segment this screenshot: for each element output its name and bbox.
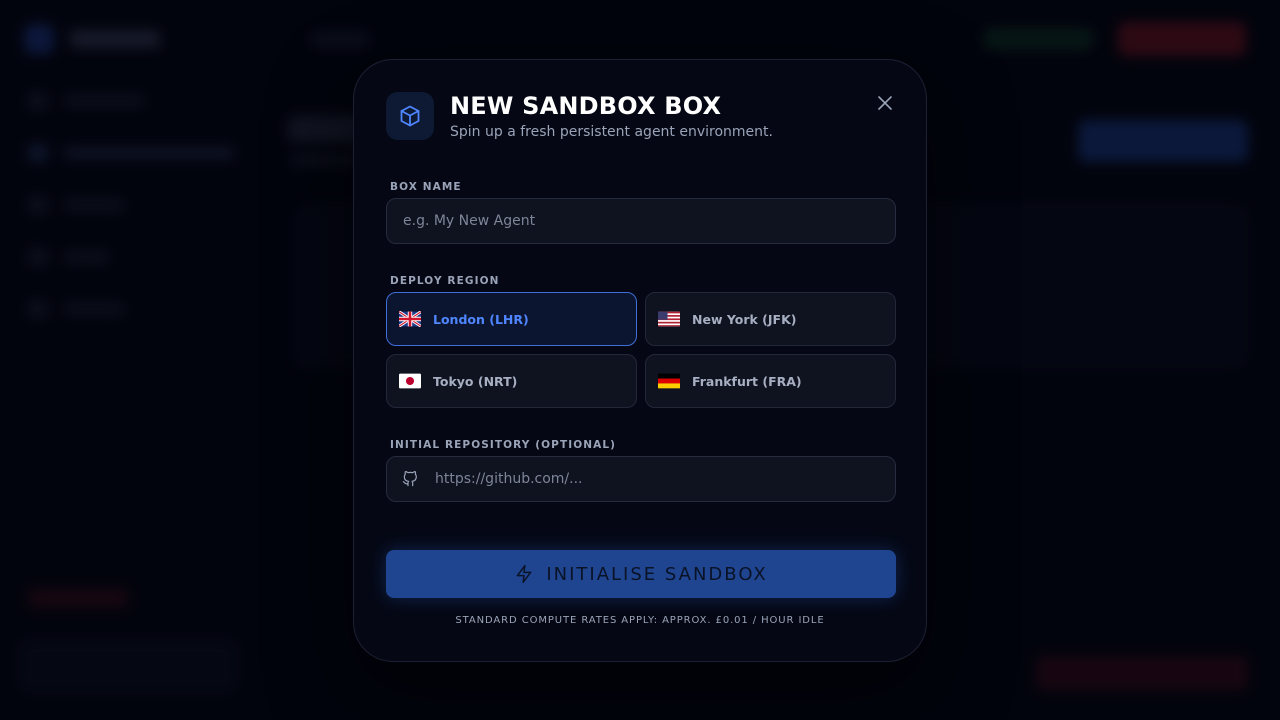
deploy-region-label: DEPLOY REGION bbox=[390, 275, 500, 287]
submit-button-label: INITIALISE SANDBOX bbox=[546, 563, 768, 585]
pricing-footnote: STANDARD COMPUTE RATES APPLY: APPROX. £0… bbox=[455, 615, 825, 626]
modal-heading: NEW SANDBOX BOX Spin up a fresh persiste… bbox=[450, 92, 773, 141]
initialise-sandbox-button[interactable]: INITIALISE SANDBOX bbox=[386, 550, 896, 598]
uk-flag-icon bbox=[399, 311, 421, 327]
box-name-input[interactable] bbox=[386, 198, 896, 244]
github-icon bbox=[402, 471, 417, 487]
close-icon bbox=[878, 96, 892, 110]
region-label: London (LHR) bbox=[433, 311, 529, 327]
region-label: Frankfurt (FRA) bbox=[692, 373, 802, 389]
cube-icon bbox=[386, 92, 434, 140]
lightning-bolt-icon bbox=[516, 564, 532, 584]
close-button[interactable] bbox=[874, 92, 896, 114]
region-label: New York (JFK) bbox=[692, 311, 797, 327]
region-option-tokyo[interactable]: Tokyo (NRT) bbox=[386, 354, 637, 408]
region-option-new-york[interactable]: New York (JFK) bbox=[645, 292, 896, 346]
us-flag-icon bbox=[658, 311, 680, 327]
modal-title: NEW SANDBOX BOX bbox=[450, 92, 722, 120]
japan-flag-icon bbox=[399, 373, 421, 389]
region-label: Tokyo (NRT) bbox=[433, 373, 518, 389]
repository-field bbox=[386, 456, 896, 502]
germany-flag-icon bbox=[658, 373, 680, 389]
modal-header: NEW SANDBOX BOX Spin up a fresh persiste… bbox=[386, 92, 894, 142]
region-option-london[interactable]: London (LHR) bbox=[386, 292, 637, 346]
modal-subtitle: Spin up a fresh persistent agent environ… bbox=[450, 124, 773, 140]
repository-label: INITIAL REPOSITORY (OPTIONAL) bbox=[390, 439, 617, 451]
new-sandbox-modal: NEW SANDBOX BOX Spin up a fresh persiste… bbox=[353, 59, 927, 662]
region-option-frankfurt[interactable]: Frankfurt (FRA) bbox=[645, 354, 896, 408]
region-options: London (LHR) New York (JFK) Tokyo (NRT) bbox=[386, 292, 896, 408]
box-name-label: BOX NAME bbox=[390, 181, 462, 193]
repository-url-input[interactable] bbox=[386, 456, 896, 502]
